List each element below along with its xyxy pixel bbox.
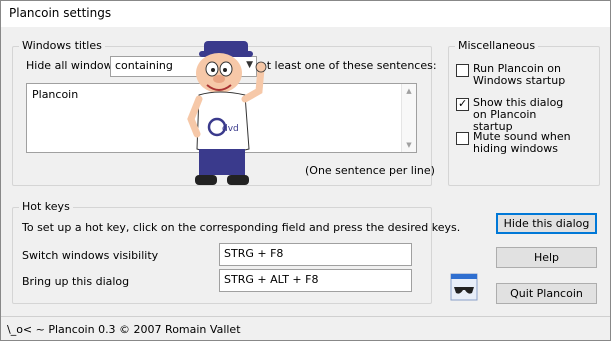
checkmark-icon: ✓ <box>458 97 468 110</box>
quit-button[interactable]: Quit Plancoin <box>496 283 597 304</box>
hide-dialog-button[interactable]: Hide this dialog <box>496 213 597 234</box>
checkbox-box[interactable] <box>456 132 469 145</box>
mascot-shirt-text: dvd <box>222 124 239 134</box>
button-label: Quit Plancoin <box>510 287 583 300</box>
run-on-startup-checkbox[interactable]: Run Plancoin on Windows startup <box>456 63 591 89</box>
checkbox-box[interactable] <box>456 64 469 77</box>
footer-text: \_o< ~ Plancoin 0.3 © 2007 Romain Vallet <box>7 323 241 336</box>
footer-separator <box>1 316 610 317</box>
checkbox-box[interactable]: ✓ <box>456 97 469 111</box>
hot-keys-instructions: To set up a hot key, click on the corres… <box>22 221 461 234</box>
checkbox-label: Show this dialog on Plancoin startup <box>473 96 564 133</box>
hotkey-value: STRG + F8 <box>224 247 284 260</box>
sentences-value: Plancoin <box>32 88 79 101</box>
button-label: Help <box>533 251 560 264</box>
show-dialog-on-startup-checkbox[interactable]: ✓ Show this dialog on Plancoin startup <box>456 97 591 133</box>
hotkey-value: STRG + ALT + F8 <box>224 273 319 286</box>
bring-up-dialog-hotkey-field[interactable]: STRG + ALT + F8 <box>219 269 412 292</box>
miscellaneous-legend: Miscellaneous <box>455 39 539 52</box>
window-title: Plancoin settings <box>9 6 112 20</box>
windows-titles-legend: Windows titles <box>19 39 105 52</box>
title-bar[interactable]: Plancoin settings <box>1 1 610 27</box>
checkbox-label: Mute sound when hiding windows <box>473 130 571 155</box>
switch-visibility-hotkey-field[interactable]: STRG + F8 <box>219 243 412 266</box>
one-per-line-hint: (One sentence per line) <box>305 164 435 177</box>
settings-window: Plancoin settings Windows titles Hide al… <box>0 0 611 341</box>
switch-visibility-label: Switch windows visibility <box>22 249 159 262</box>
suffix-label: at least one of these sentences: <box>260 59 437 72</box>
help-button[interactable]: Help <box>496 247 597 268</box>
hot-keys-legend: Hot keys <box>19 200 73 213</box>
mute-sound-checkbox[interactable]: Mute sound when hiding windows <box>456 131 591 157</box>
mascot-illustration: dvd <box>187 41 267 185</box>
hide-all-label: Hide all windows <box>26 59 119 72</box>
textarea-scrollbar[interactable]: ▲ ▼ <box>401 84 416 152</box>
match-mode-value: containing <box>115 59 173 72</box>
checkbox-label: Run Plancoin on Windows startup <box>473 62 566 87</box>
bring-up-dialog-label: Bring up this dialog <box>22 275 130 288</box>
scroll-down-icon[interactable]: ▼ <box>402 138 416 152</box>
scroll-up-icon[interactable]: ▲ <box>402 84 416 98</box>
sunglasses-icon <box>450 273 478 301</box>
button-label: Hide this dialog <box>503 217 590 230</box>
